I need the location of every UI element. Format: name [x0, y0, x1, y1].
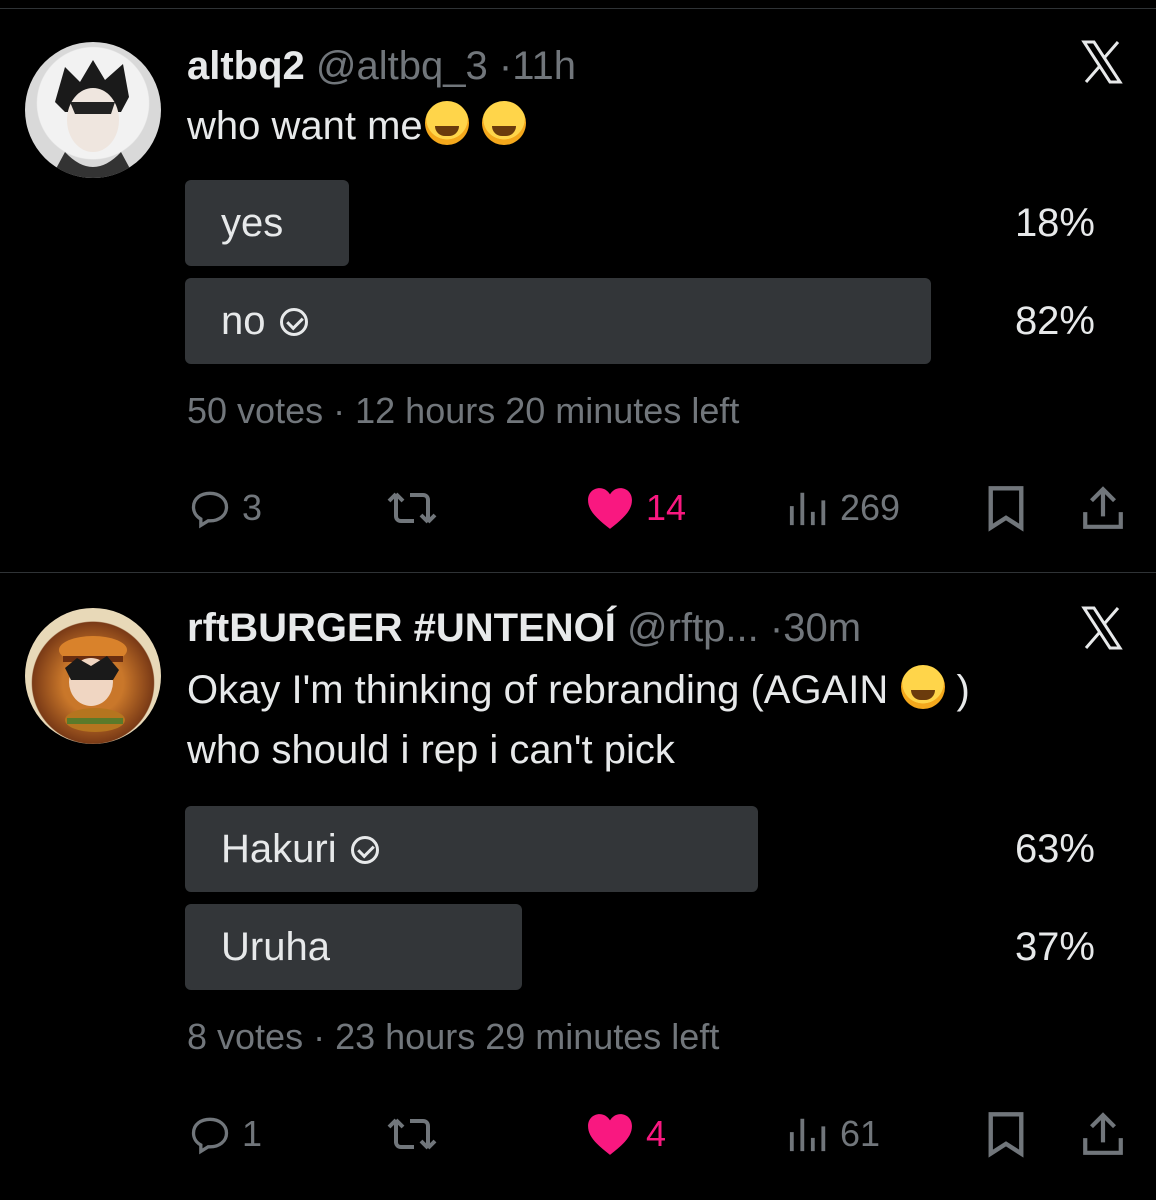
- bookmark-icon: [988, 1112, 1024, 1158]
- poll-option-percent: 63%: [1014, 827, 1095, 871]
- joy-emoji-icon: [424, 101, 469, 145]
- author-handle[interactable]: @altbq_3: [316, 44, 488, 88]
- separator: ·: [313, 1016, 326, 1057]
- share-button[interactable]: [1080, 478, 1126, 538]
- views-chart-icon: [789, 492, 826, 526]
- view-count: 61: [840, 1113, 881, 1154]
- repost-button[interactable]: [386, 1104, 438, 1164]
- like-count: 4: [646, 1113, 667, 1154]
- post-time[interactable]: 30m: [783, 606, 861, 650]
- author-name[interactable]: altbq2: [187, 44, 305, 88]
- poll-option-label: Uruha: [221, 925, 330, 969]
- views-button[interactable]: 269: [788, 478, 900, 538]
- poll-meta: 50 votes · 12 hours 20 minutes left: [187, 390, 739, 432]
- check-circle-icon: [350, 836, 379, 864]
- poll-option-no[interactable]: no 82%: [185, 278, 1095, 364]
- poll-option-hakuri[interactable]: Hakuri 63%: [185, 806, 1095, 892]
- x-logo-icon: [1081, 606, 1123, 650]
- poll-option-yes[interactable]: yes 18%: [185, 180, 1095, 266]
- author-name[interactable]: rftBURGER #UNTENOÍ: [187, 606, 616, 650]
- share-icon: [1083, 1112, 1123, 1155]
- post-header: rftBURGER #UNTENOÍ @rftp... ·30m: [187, 604, 861, 652]
- post-text: Okay I'm thinking of rebranding (AGAIN )…: [187, 660, 970, 780]
- reply-count: 3: [242, 487, 263, 528]
- avatar[interactable]: [25, 608, 161, 744]
- views-chart-icon: [789, 1118, 826, 1152]
- repost-button[interactable]: [386, 478, 438, 538]
- share-icon: [1083, 486, 1123, 529]
- poll-option-label-wrap: no: [221, 278, 308, 364]
- reply-icon: [191, 491, 229, 529]
- post-text-line1: Okay I'm thinking of rebranding (AGAIN: [187, 668, 889, 712]
- post-text-line1-end: ): [956, 668, 970, 712]
- poll-option-percent: 37%: [1014, 925, 1095, 969]
- poll-option-percent: 18%: [1014, 201, 1095, 245]
- reply-count: 1: [242, 1113, 263, 1154]
- poll-meta: 8 votes · 23 hours 29 minutes left: [187, 1016, 719, 1058]
- poll-option-label: Hakuri: [221, 827, 337, 871]
- poll-option-label: yes: [221, 201, 284, 245]
- author-handle[interactable]: @rftp...: [627, 606, 759, 650]
- post-header: altbq2 @altbq_3 ·11h: [187, 42, 576, 90]
- top-divider: [0, 8, 1156, 9]
- separator: ·: [333, 390, 346, 431]
- poll-option-label: no: [221, 299, 266, 343]
- share-button[interactable]: [1080, 1104, 1126, 1164]
- avatar[interactable]: [25, 42, 161, 178]
- poll-option-uruha[interactable]: Uruha 37%: [185, 904, 1095, 990]
- separator: ·: [498, 44, 513, 88]
- reply-button[interactable]: 1: [188, 1104, 262, 1164]
- repost-icon: [387, 492, 437, 524]
- heart-filled-icon: [588, 488, 632, 529]
- check-circle-icon: [279, 308, 308, 336]
- poll-option-label-wrap: Hakuri: [221, 806, 379, 892]
- views-button[interactable]: 61: [788, 1104, 880, 1164]
- post-text-line2: who should i rep i can't pick: [187, 728, 675, 772]
- bookmark-button[interactable]: [984, 1104, 1028, 1164]
- pleading-emoji-icon: [901, 665, 946, 709]
- post-text: who want me: [187, 96, 526, 156]
- poll-votes: 8 votes: [187, 1016, 304, 1057]
- poll-option-percent: 82%: [1014, 299, 1095, 343]
- action-bar: 1 4 61: [0, 1104, 1156, 1164]
- poll-votes: 50 votes: [187, 390, 324, 431]
- poll-time-left: 12 hours 20 minutes left: [355, 390, 740, 431]
- like-count: 14: [646, 487, 687, 528]
- heart-filled-icon: [588, 1114, 632, 1155]
- reply-button[interactable]: 3: [188, 478, 262, 538]
- reply-icon: [191, 1117, 229, 1155]
- rofl-emoji-icon: [481, 101, 526, 145]
- post-time[interactable]: 11h: [512, 44, 576, 88]
- bookmark-button[interactable]: [984, 478, 1028, 538]
- view-count: 269: [840, 487, 901, 528]
- like-button[interactable]: 4: [584, 1104, 666, 1164]
- separator: ·: [769, 606, 784, 650]
- repost-icon: [387, 1118, 437, 1150]
- poll-time-left: 23 hours 29 minutes left: [335, 1016, 720, 1057]
- x-logo-icon: [1081, 40, 1123, 84]
- post-divider: [0, 572, 1156, 573]
- bookmark-icon: [988, 486, 1024, 532]
- action-bar: 3 14 269: [0, 478, 1156, 538]
- like-button[interactable]: 14: [584, 478, 686, 538]
